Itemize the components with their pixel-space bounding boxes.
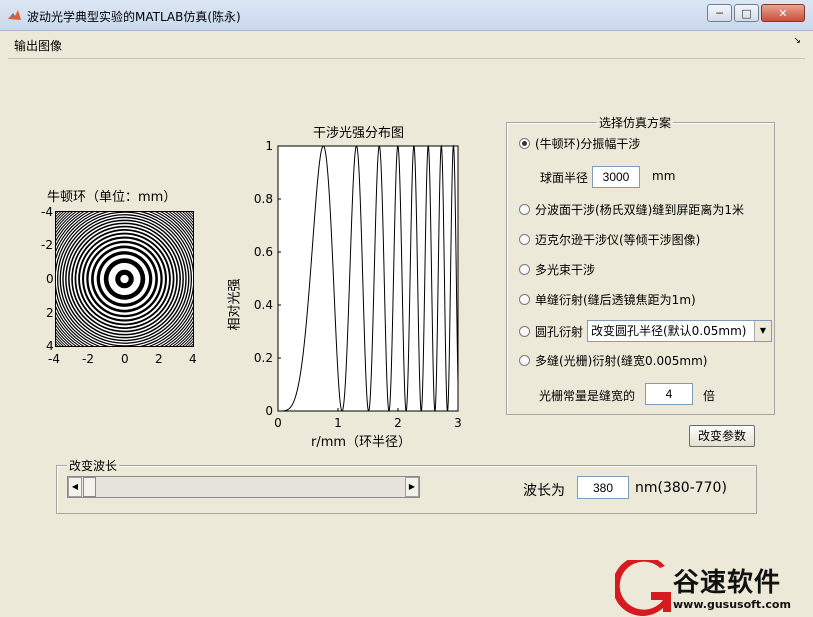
menu-export-image[interactable]: 输出图像 <box>14 37 62 54</box>
aperture-radius-select[interactable]: 改变圆孔半径(默认0.05mm) ▼ <box>587 320 772 342</box>
menu-bar: 输出图像 ↘ <box>8 34 805 56</box>
scheme-panel: 选择仿真方案 (牛顿环)分振幅干涉 球面半径 mm 分波面干涉(杨氏双缝)缝到屏… <box>506 114 775 415</box>
ring-xtick-4: 4 <box>189 352 197 366</box>
app-window: 波动光学典型实验的MATLAB仿真(陈永) ─ □ ✕ 输出图像 ↘ 牛顿环（单… <box>0 0 813 617</box>
close-icon[interactable]: ✕ <box>761 4 805 22</box>
y-tick-label: 0.4 <box>254 298 273 312</box>
watermark-url: www.gususoft.com <box>673 598 791 611</box>
minimize-icon[interactable]: ─ <box>707 4 732 22</box>
ring-center <box>120 274 129 284</box>
radius-label: 球面半径 <box>540 171 589 185</box>
y-tick-label: 0 <box>265 404 273 418</box>
x-tick-label: 2 <box>394 416 402 430</box>
y-tick-label: 0.2 <box>254 351 273 365</box>
ring-xtick-2: 0 <box>121 352 129 366</box>
option-grating[interactable]: 多缝(光栅)衍射(缝宽0.005mm) <box>519 352 707 369</box>
x-tick-label: 3 <box>454 416 462 430</box>
radius-input[interactable] <box>592 166 640 188</box>
ring-ytick-3: 2 <box>46 306 54 320</box>
ring-plot-title: 牛顿环（单位：mm） <box>47 190 177 205</box>
chevron-right-icon[interactable]: ▶ <box>405 477 419 497</box>
y-tick-label: 1 <box>265 141 273 153</box>
matlab-icon <box>8 10 21 20</box>
dock-arrow-icon[interactable]: ↘ <box>793 36 801 46</box>
ring-ytick-2: 0 <box>46 272 54 286</box>
scheme-panel-title: 选择仿真方案 <box>597 114 674 131</box>
x-tick-label: 1 <box>334 416 342 430</box>
grating-unit: 倍 <box>703 389 716 403</box>
y-tick-label: 0.6 <box>254 245 273 259</box>
maximize-icon[interactable]: □ <box>734 4 759 22</box>
option-young-double-slit[interactable]: 分波面干涉(杨氏双缝)缝到屏距离为1米 <box>519 201 744 218</box>
figure-area: 牛顿环（单位：mm） -4 -2 0 2 4 -4 -2 0 2 4 干涉光强分… <box>8 58 805 611</box>
grating-input[interactable] <box>645 383 693 405</box>
radio-michelson[interactable] <box>519 234 530 245</box>
wavelength-slider[interactable]: ◀ ▶ <box>67 476 420 498</box>
wavelength-label: 波长为 <box>523 483 565 499</box>
chart-xlabel: r/mm（环半径） <box>311 435 412 450</box>
title-bar[interactable]: 波动光学典型实验的MATLAB仿真(陈永) ─ □ ✕ <box>0 0 813 31</box>
ring-xtick-1: -2 <box>82 352 94 366</box>
option-newton-rings[interactable]: (牛顿环)分振幅干涉 <box>519 135 640 152</box>
option-multi-beam[interactable]: 多光束干涉 <box>519 261 595 278</box>
ring-ytick-0: -4 <box>41 205 53 219</box>
ring-xtick-3: 2 <box>155 352 163 366</box>
grating-label: 光栅常量是缝宽的 <box>539 389 636 403</box>
radio-young-double-slit[interactable] <box>519 204 530 215</box>
plot-area <box>277 145 459 412</box>
wavelength-input[interactable] <box>577 476 629 499</box>
ring-ytick-1: -2 <box>41 238 53 252</box>
chart-title: 干涉光强分布图 <box>313 126 405 141</box>
radius-unit: mm <box>652 169 676 183</box>
radio-single-slit[interactable] <box>519 294 530 305</box>
option-single-slit[interactable]: 单缝衍射(缝后透镜焦距为1m) <box>519 291 696 308</box>
chart-ylabel: 相对光强 <box>227 278 243 331</box>
option-michelson[interactable]: 迈克尔逊干涉仪(等倾干涉图像) <box>519 231 700 248</box>
ring-xtick-0: -4 <box>48 352 60 366</box>
radio-multi-beam[interactable] <box>519 264 530 275</box>
radio-newton-rings[interactable] <box>519 138 530 149</box>
gususoft-logo-icon <box>615 560 671 616</box>
wavelength-unit: nm(380-770) <box>635 480 727 496</box>
slider-thumb[interactable] <box>83 477 96 497</box>
x-tick-label: 0 <box>274 416 282 430</box>
wavelength-panel: 改变波长 ◀ ▶ 波长为 nm(380-770) <box>56 457 757 514</box>
chevron-down-icon[interactable]: ▼ <box>754 321 771 341</box>
wavelength-panel-title: 改变波长 <box>67 457 120 474</box>
change-params-button[interactable]: 改变参数 <box>689 425 755 447</box>
chevron-left-icon[interactable]: ◀ <box>68 477 82 497</box>
watermark-brand: 谷速软件 <box>673 568 782 598</box>
radio-grating[interactable] <box>519 355 530 366</box>
option-circular-aperture[interactable]: 圆孔衍射 <box>519 323 583 340</box>
radio-circular-aperture[interactable] <box>519 326 530 337</box>
intensity-chart: 0 1 2 3 0 0.2 0.4 0.6 0.8 1 <box>254 141 462 430</box>
window-title: 波动光学典型实验的MATLAB仿真(陈永) <box>27 10 241 24</box>
ring-ytick-4: 4 <box>46 339 54 353</box>
y-tick-label: 0.8 <box>254 192 273 206</box>
newton-rings-image <box>55 211 194 347</box>
watermark-logo: 谷速软件 www.gususoft.com <box>615 560 813 617</box>
